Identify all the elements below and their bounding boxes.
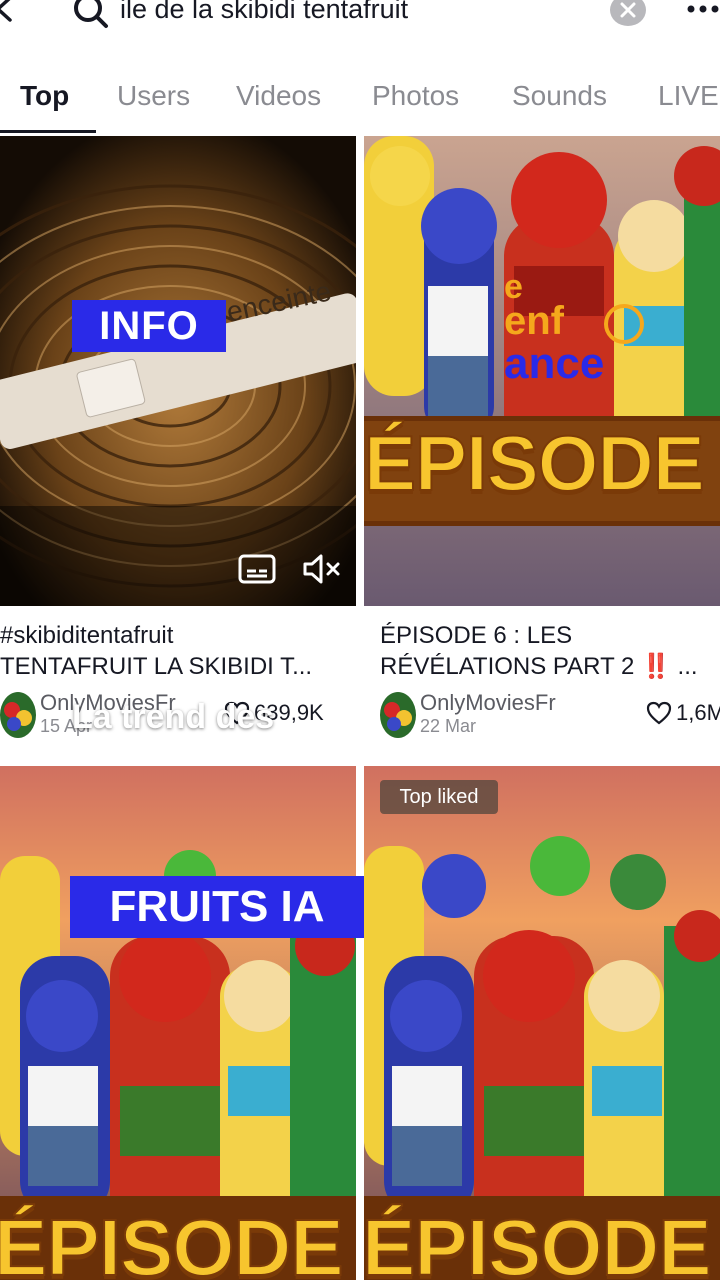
caption-line[interactable]: RÉVÉLATIONS PART 2 ‼️ ... bbox=[380, 651, 720, 682]
episode-title: ÉPISODE 6 bbox=[364, 418, 720, 508]
search-bar: ile de la skibidi tentafruit bbox=[0, 0, 720, 30]
heart-icon bbox=[646, 701, 672, 725]
video-thumbnail[interactable]: ÉPISODE 12 bbox=[364, 766, 720, 1280]
enfance-logo: e enf ance bbox=[504, 268, 644, 388]
like-count: 1,6M bbox=[646, 700, 720, 726]
author-row: OnlyMoviesFr 22 Mar 1,6M bbox=[380, 690, 720, 740]
overlay-fruits-banner: FRUITS IA bbox=[70, 876, 364, 938]
episode-title: ÉPISODE 12 bbox=[364, 1202, 720, 1280]
caption-line[interactable]: TENTAFRUIT LA SKIBIDI T... bbox=[0, 651, 356, 682]
video-thumbnail[interactable]: e enf ance ÉPISODE 6 bbox=[364, 136, 720, 606]
tab-users[interactable]: Users bbox=[117, 80, 190, 112]
back-arrow-icon[interactable] bbox=[0, 0, 22, 24]
active-tab-indicator bbox=[0, 130, 96, 133]
info-badge: INFO bbox=[72, 300, 226, 352]
more-options-icon[interactable] bbox=[686, 4, 720, 14]
clear-search-button[interactable] bbox=[610, 0, 646, 26]
tab-photos[interactable]: Photos bbox=[372, 80, 459, 112]
top-liked-badge: Top liked bbox=[380, 780, 498, 814]
search-tabs: Top Users Videos Photos Sounds LIVE bbox=[0, 70, 720, 134]
tab-live[interactable]: LIVE bbox=[658, 80, 719, 112]
video-thumbnail[interactable]: enceinte INFO bbox=[0, 136, 356, 606]
episode-title: ÉPISODE 18 bbox=[0, 1202, 356, 1280]
svg-text:enf: enf bbox=[504, 299, 565, 343]
like-count-text: 1,6M bbox=[676, 700, 720, 725]
avatar[interactable] bbox=[380, 692, 416, 738]
woven-basket-image bbox=[0, 136, 356, 606]
close-icon bbox=[620, 2, 636, 18]
search-icon bbox=[74, 0, 108, 28]
post-date: 22 Mar bbox=[420, 716, 477, 736]
captions-icon[interactable] bbox=[238, 554, 276, 584]
tab-sounds[interactable]: Sounds bbox=[512, 80, 607, 112]
search-input[interactable]: ile de la skibidi tentafruit bbox=[120, 0, 408, 25]
svg-text:ance: ance bbox=[504, 339, 604, 388]
overlay-trend-text: La trend des bbox=[72, 698, 275, 736]
avatar[interactable] bbox=[0, 692, 36, 738]
author-name[interactable]: OnlyMoviesFr bbox=[420, 690, 556, 716]
caption-line[interactable]: #skibiditentafruit bbox=[0, 620, 356, 651]
caption-line[interactable]: ÉPISODE 6 : LES bbox=[380, 620, 720, 651]
tab-top[interactable]: Top bbox=[20, 80, 69, 112]
mute-icon[interactable] bbox=[302, 552, 344, 586]
tab-videos[interactable]: Videos bbox=[236, 80, 321, 112]
video-thumbnail[interactable]: ÉPISODE 18 bbox=[0, 766, 356, 1280]
